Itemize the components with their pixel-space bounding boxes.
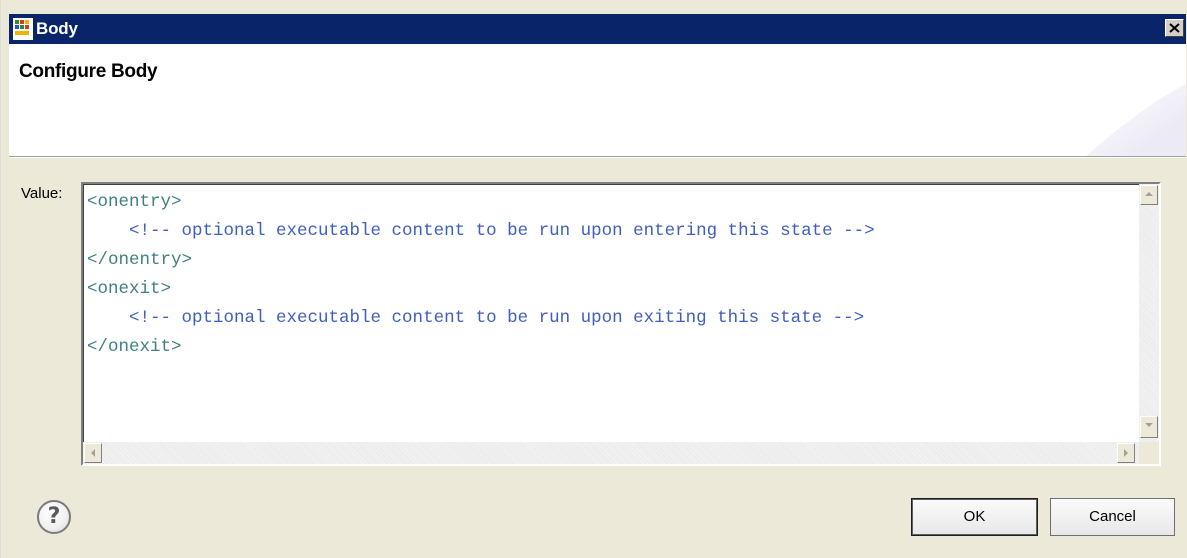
scroll-left-button[interactable] [84,443,102,463]
code-tag: </onexit> [87,337,182,357]
arrow-down-icon [1145,423,1153,427]
scroll-up-button[interactable] [1140,185,1158,205]
code-tag: <onexit> [87,279,172,299]
page-title: Configure Body [19,61,158,82]
scroll-down-button[interactable] [1140,416,1158,438]
code-comment: <!-- optional executable content to be r… [129,221,875,241]
value-editor[interactable]: <onentry> <!-- optional executable conte… [81,182,1161,466]
code-line: <!-- optional executable content to be r… [87,217,1137,246]
arrow-left-icon [91,449,95,457]
scxml-body-icon [13,18,33,40]
help-icon[interactable]: ? [37,500,71,534]
cancel-button[interactable]: Cancel [1050,498,1175,536]
code-tag: </onentry> [87,250,193,270]
value-label: Value: [21,185,63,202]
code-area[interactable]: <onentry> <!-- optional executable conte… [87,188,1137,443]
close-icon[interactable] [1165,19,1184,37]
arrow-up-icon [1145,192,1153,196]
header-banner: Configure Body [9,44,1186,157]
banner-separator [9,157,1186,158]
code-line: <!-- optional executable content to be r… [87,304,1137,333]
code-line: </onexit> [87,333,1137,362]
code-tag: <onentry> [87,192,182,212]
code-line: <onexit> [87,275,1137,304]
window-title: Body [36,19,78,38]
title-bar[interactable]: Body [9,14,1186,44]
banner-decoration [1086,84,1186,156]
ok-button[interactable]: OK [911,498,1038,536]
arrow-right-icon [1124,449,1128,457]
vertical-scrollbar[interactable] [1139,184,1159,442]
code-line: <onentry> [87,188,1137,217]
code-comment: <!-- optional executable content to be r… [129,308,865,328]
configure-body-dialog: Body Configure Body Value: <onentry> <!-… [0,0,1187,558]
scroll-right-button[interactable] [1117,443,1135,463]
scrollbar-corner [1139,442,1159,464]
horizontal-scrollbar[interactable] [83,442,1139,464]
code-line: </onentry> [87,246,1137,275]
